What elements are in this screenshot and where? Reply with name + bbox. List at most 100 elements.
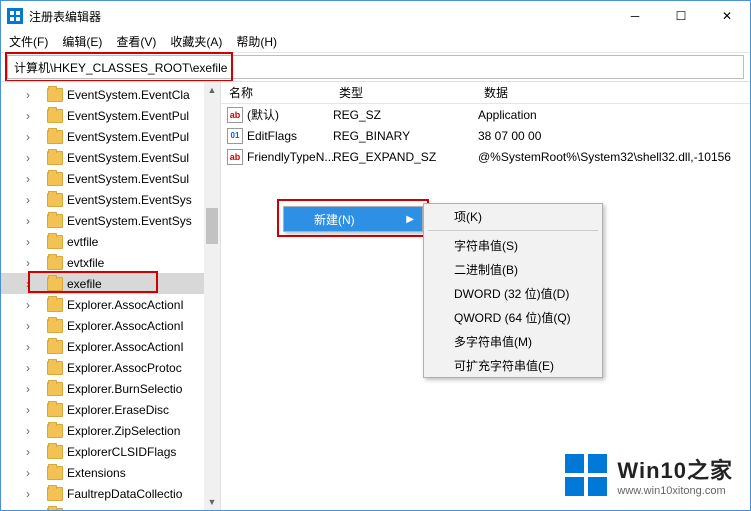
value-type-icon — [227, 128, 243, 144]
tree-item-label: EventSystem.EventPul — [67, 130, 189, 144]
tree-item-label: EventSystem.EventSul — [67, 172, 189, 186]
ctx-sub-binary[interactable]: 二进制值(B) — [424, 257, 602, 281]
menu-file[interactable]: 文件(F) — [9, 33, 48, 50]
tree-item[interactable]: › EventSystem.EventCla — [1, 84, 220, 105]
folder-icon — [47, 445, 63, 459]
expand-icon[interactable]: › — [23, 468, 33, 478]
tree-item-label: EventSystem.EventSul — [67, 151, 189, 165]
close-button[interactable]: ✕ — [704, 1, 750, 31]
scroll-down-button[interactable]: ▼ — [204, 494, 220, 510]
expand-icon[interactable]: › — [23, 195, 33, 205]
expand-icon[interactable]: › — [23, 510, 33, 511]
tree-item-label: EventSystem.EventCla — [67, 88, 190, 102]
folder-icon — [47, 235, 63, 249]
tree-item[interactable]: › EventSystem.EventPul — [1, 126, 220, 147]
scroll-thumb[interactable] — [206, 208, 218, 244]
content-area: ›EventSystem.EventCla›EventSystem.EventP… — [1, 81, 750, 510]
tree-item[interactable]: ›evtxfile — [1, 252, 220, 273]
expand-icon[interactable]: › — [23, 405, 33, 415]
value-name: FriendlyTypeN... — [247, 150, 333, 164]
folder-icon — [47, 214, 63, 228]
tree-item[interactable]: › EventSystem.EventSys — [1, 210, 220, 231]
context-submenu[interactable]: 项(K) 字符串值(S) 二进制值(B) DWORD (32 位)值(D) QW… — [423, 203, 603, 378]
tree-item-label: FaultrepDataCollectio — [67, 487, 182, 501]
tree-item[interactable]: ›Explorer.AssocActionI — [1, 336, 220, 357]
expand-icon[interactable]: › — [23, 132, 33, 142]
address-bar[interactable]: 计算机\HKEY_CLASSES_ROOT\exefile — [7, 55, 744, 79]
tree-item[interactable]: ›evtfile — [1, 231, 220, 252]
tree-item-label: Explorer.BurnSelectio — [67, 382, 182, 396]
context-menu[interactable]: 新建(N) ▶ — [283, 206, 423, 232]
tree-item-label: EventSystem.EventSys — [67, 214, 192, 228]
expand-icon[interactable]: › — [23, 489, 33, 499]
tree-item[interactable]: ›FaultrepElevatedData — [1, 504, 220, 510]
maximize-button[interactable]: ☐ — [658, 1, 704, 31]
titlebar[interactable]: 注册表编辑器 ─ ☐ ✕ — [1, 1, 750, 31]
app-icon — [7, 8, 23, 24]
expand-icon[interactable]: › — [23, 153, 33, 163]
expand-icon[interactable]: › — [23, 426, 33, 436]
expand-icon[interactable]: › — [23, 174, 33, 184]
expand-icon[interactable]: › — [23, 279, 33, 289]
tree-scrollbar[interactable]: ▲ ▼ — [204, 82, 220, 510]
folder-icon — [47, 361, 63, 375]
tree-item[interactable]: ›exefile — [1, 273, 220, 294]
menu-view[interactable]: 查看(V) — [116, 33, 156, 50]
tree-item[interactable]: › FaultrepDataCollectio — [1, 483, 220, 504]
tree-item[interactable]: ›Extensions — [1, 462, 220, 483]
tree-pane[interactable]: ›EventSystem.EventCla›EventSystem.EventP… — [1, 82, 221, 510]
menu-edit[interactable]: 编辑(E) — [62, 33, 102, 50]
col-data[interactable]: 数据 — [476, 84, 750, 101]
col-type[interactable]: 类型 — [331, 84, 476, 101]
expand-icon[interactable]: › — [23, 237, 33, 247]
expand-icon[interactable]: › — [23, 363, 33, 373]
folder-icon — [47, 88, 63, 102]
value-row[interactable]: FriendlyTypeN...REG_EXPAND_SZ@%SystemRoo… — [221, 146, 750, 167]
expand-icon[interactable]: › — [23, 300, 33, 310]
expand-icon[interactable]: › — [23, 258, 33, 268]
expand-icon[interactable]: › — [23, 216, 33, 226]
submenu-arrow-icon: ▶ — [406, 214, 414, 225]
expand-icon[interactable]: › — [23, 111, 33, 121]
ctx-sub-multi[interactable]: 多字符串值(M) — [424, 329, 602, 353]
menu-help[interactable]: 帮助(H) — [236, 33, 277, 50]
tree-item-label: Explorer.EraseDisc — [67, 403, 169, 417]
tree-item[interactable]: ›ExplorerCLSIDFlags — [1, 441, 220, 462]
folder-icon — [47, 319, 63, 333]
tree-item[interactable]: › EventSystem.EventSul — [1, 147, 220, 168]
folder-icon — [47, 193, 63, 207]
tree-item[interactable]: › EventSystem.EventSul — [1, 168, 220, 189]
tree-item[interactable]: ›Explorer.ZipSelection — [1, 420, 220, 441]
tree-item[interactable]: ›Explorer.AssocProtoc — [1, 357, 220, 378]
tree-item[interactable]: › Explorer.BurnSelectio — [1, 378, 220, 399]
value-row[interactable]: EditFlagsREG_BINARY38 07 00 00 — [221, 125, 750, 146]
expand-icon[interactable]: › — [23, 90, 33, 100]
scroll-up-button[interactable]: ▲ — [204, 82, 220, 98]
value-row[interactable]: (默认)REG_SZApplication — [221, 104, 750, 125]
col-name[interactable]: 名称 — [221, 84, 331, 101]
folder-icon — [47, 256, 63, 270]
tree-item[interactable]: ›Explorer.AssocActionI — [1, 294, 220, 315]
tree-item[interactable]: ›EventSystem.EventPul — [1, 105, 220, 126]
values-pane[interactable]: 名称 类型 数据 (默认)REG_SZApplicationEditFlagsR… — [221, 82, 750, 510]
ctx-sub-string[interactable]: 字符串值(S) — [424, 233, 602, 257]
expand-icon[interactable]: › — [23, 447, 33, 457]
tree-item[interactable]: ›EventSystem.EventSys — [1, 189, 220, 210]
ctx-sub-expand[interactable]: 可扩充字符串值(E) — [424, 353, 602, 377]
menu-favorites[interactable]: 收藏夹(A) — [170, 33, 222, 50]
tree-item-label: Explorer.AssocActionI — [67, 319, 184, 333]
column-headers: 名称 类型 数据 — [221, 82, 750, 104]
address-path: 计算机\HKEY_CLASSES_ROOT\exefile — [14, 59, 227, 76]
tree-item[interactable]: › Explorer.EraseDisc — [1, 399, 220, 420]
expand-icon[interactable]: › — [23, 384, 33, 394]
value-type: REG_SZ — [333, 108, 478, 122]
ctx-sub-key[interactable]: 项(K) — [424, 204, 602, 228]
ctx-sub-qword[interactable]: QWORD (64 位)值(Q) — [424, 305, 602, 329]
expand-icon[interactable]: › — [23, 321, 33, 331]
ctx-sub-dword[interactable]: DWORD (32 位)值(D) — [424, 281, 602, 305]
expand-icon[interactable]: › — [23, 342, 33, 352]
minimize-button[interactable]: ─ — [612, 1, 658, 31]
tree-item[interactable]: › Explorer.AssocActionI — [1, 315, 220, 336]
value-data: Application — [478, 108, 750, 122]
ctx-new[interactable]: 新建(N) ▶ — [284, 207, 422, 231]
